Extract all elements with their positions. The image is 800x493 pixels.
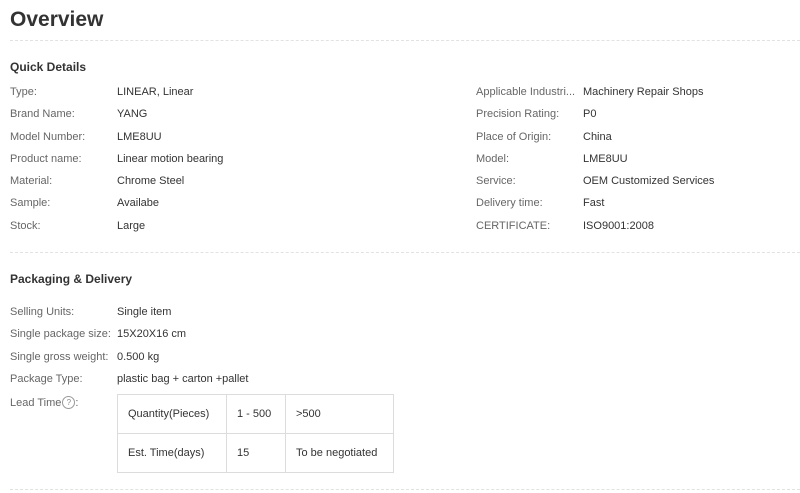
packaging-key: Package Type: xyxy=(10,372,83,385)
packaging-heading: Packaging & Delivery xyxy=(10,272,133,286)
packaging-key: Single package size: xyxy=(10,328,111,341)
packaging-row: Single gross weight: 0.500 kg xyxy=(10,350,248,372)
detail-value: China xyxy=(583,130,612,143)
packaging-list: Selling Units: Single item Single package… xyxy=(10,305,248,394)
table-row: Quantity(Pieces) 1 - 500 >500 xyxy=(117,394,394,434)
table-cell: Est. Time(days) xyxy=(117,433,227,473)
detail-value: OEM Customized Services xyxy=(583,175,715,188)
packaging-key: Single gross weight: xyxy=(10,350,109,363)
packaging-value: 0.500 kg xyxy=(117,350,160,363)
detail-key: Sample: xyxy=(10,197,51,210)
detail-row: Delivery time: Fast xyxy=(476,196,714,218)
lead-time-label-row: Lead Time ?: xyxy=(10,396,78,409)
detail-row: Model Number: LME8UU xyxy=(10,130,223,152)
table-cell: To be negotiated xyxy=(285,433,394,473)
detail-value: Chrome Steel xyxy=(117,175,185,188)
packaging-row: Single package size: 15X20X16 cm xyxy=(10,327,248,349)
quick-details-heading: Quick Details xyxy=(10,60,87,74)
detail-row: Service: OEM Customized Services xyxy=(476,174,714,196)
help-icon[interactable]: ? xyxy=(62,396,76,409)
detail-key: Type: xyxy=(10,86,37,98)
detail-row: Brand Name: YANG xyxy=(10,107,223,129)
detail-key: Applicable Industri... xyxy=(476,86,576,98)
detail-value: Machinery Repair Shops xyxy=(583,86,704,98)
packaging-value: Single item xyxy=(117,306,172,318)
detail-row: Place of Origin: China xyxy=(476,130,714,152)
detail-value: P0 xyxy=(583,108,597,121)
detail-row: Product name: Linear motion bearing xyxy=(10,152,223,174)
lead-time-colon: : xyxy=(75,396,79,409)
detail-value: Large xyxy=(117,219,146,232)
detail-key: Service: xyxy=(476,175,516,188)
detail-row: Precision Rating: P0 xyxy=(476,107,714,129)
detail-value: ISO9001:2008 xyxy=(583,219,654,232)
table-cell: 1 - 500 xyxy=(226,394,286,434)
detail-row: Applicable Industri... Machinery Repair S… xyxy=(476,85,714,107)
packaging-key: Selling Units: xyxy=(10,306,75,318)
detail-value: LME8UU xyxy=(583,152,628,165)
detail-row: Stock: Large xyxy=(10,219,223,241)
divider xyxy=(10,40,800,41)
packaging-value: 15X20X16 cm xyxy=(117,328,187,341)
table-cell: >500 xyxy=(285,394,394,434)
detail-value: Linear motion bearing xyxy=(117,152,224,165)
divider xyxy=(10,252,800,253)
detail-value: Fast xyxy=(583,197,605,210)
packaging-value: plastic bag + carton +pallet xyxy=(117,372,249,385)
detail-key: Precision Rating: xyxy=(476,108,560,121)
detail-key: Brand Name: xyxy=(10,108,75,121)
detail-key: Delivery time: xyxy=(476,197,543,210)
detail-key: Product name: xyxy=(10,152,82,165)
page-title: Overview xyxy=(10,8,104,31)
detail-key: Place of Origin: xyxy=(476,130,552,143)
table-cell: Quantity(Pieces) xyxy=(117,394,227,434)
detail-value: YANG xyxy=(117,108,148,121)
detail-value: LME8UU xyxy=(117,130,162,143)
detail-row: Model: LME8UU xyxy=(476,152,714,174)
detail-key: Stock: xyxy=(10,219,41,232)
packaging-row: Selling Units: Single item xyxy=(10,305,248,327)
detail-value: LINEAR, Linear xyxy=(117,86,194,98)
detail-key: Model: xyxy=(476,152,510,165)
divider xyxy=(10,489,800,490)
table-cell: 15 xyxy=(226,433,286,473)
detail-key: Model Number: xyxy=(10,130,86,143)
detail-row: Material: Chrome Steel xyxy=(10,174,223,196)
detail-value: Availabe xyxy=(117,197,159,210)
detail-row: Type: LINEAR, Linear xyxy=(10,85,223,107)
detail-row: Sample: Availabe xyxy=(10,196,223,218)
detail-key: CERTIFICATE: xyxy=(476,219,551,232)
quick-details-left: Type: LINEAR, Linear Brand Name: YANG Mode… xyxy=(10,85,223,241)
table-row: Est. Time(days) 15 To be negotiated xyxy=(117,433,394,473)
lead-time-label: Lead Time xyxy=(10,396,62,409)
detail-row: CERTIFICATE: ISO9001:2008 xyxy=(476,219,714,241)
quick-details-right: Applicable Industri... Machinery Repair S… xyxy=(476,85,714,241)
packaging-row: Package Type: plastic bag + carton +palle… xyxy=(10,372,248,394)
detail-key: Material: xyxy=(10,175,53,188)
lead-time-table: Quantity(Pieces) 1 - 500 >500 Est. Time(… xyxy=(117,394,394,473)
